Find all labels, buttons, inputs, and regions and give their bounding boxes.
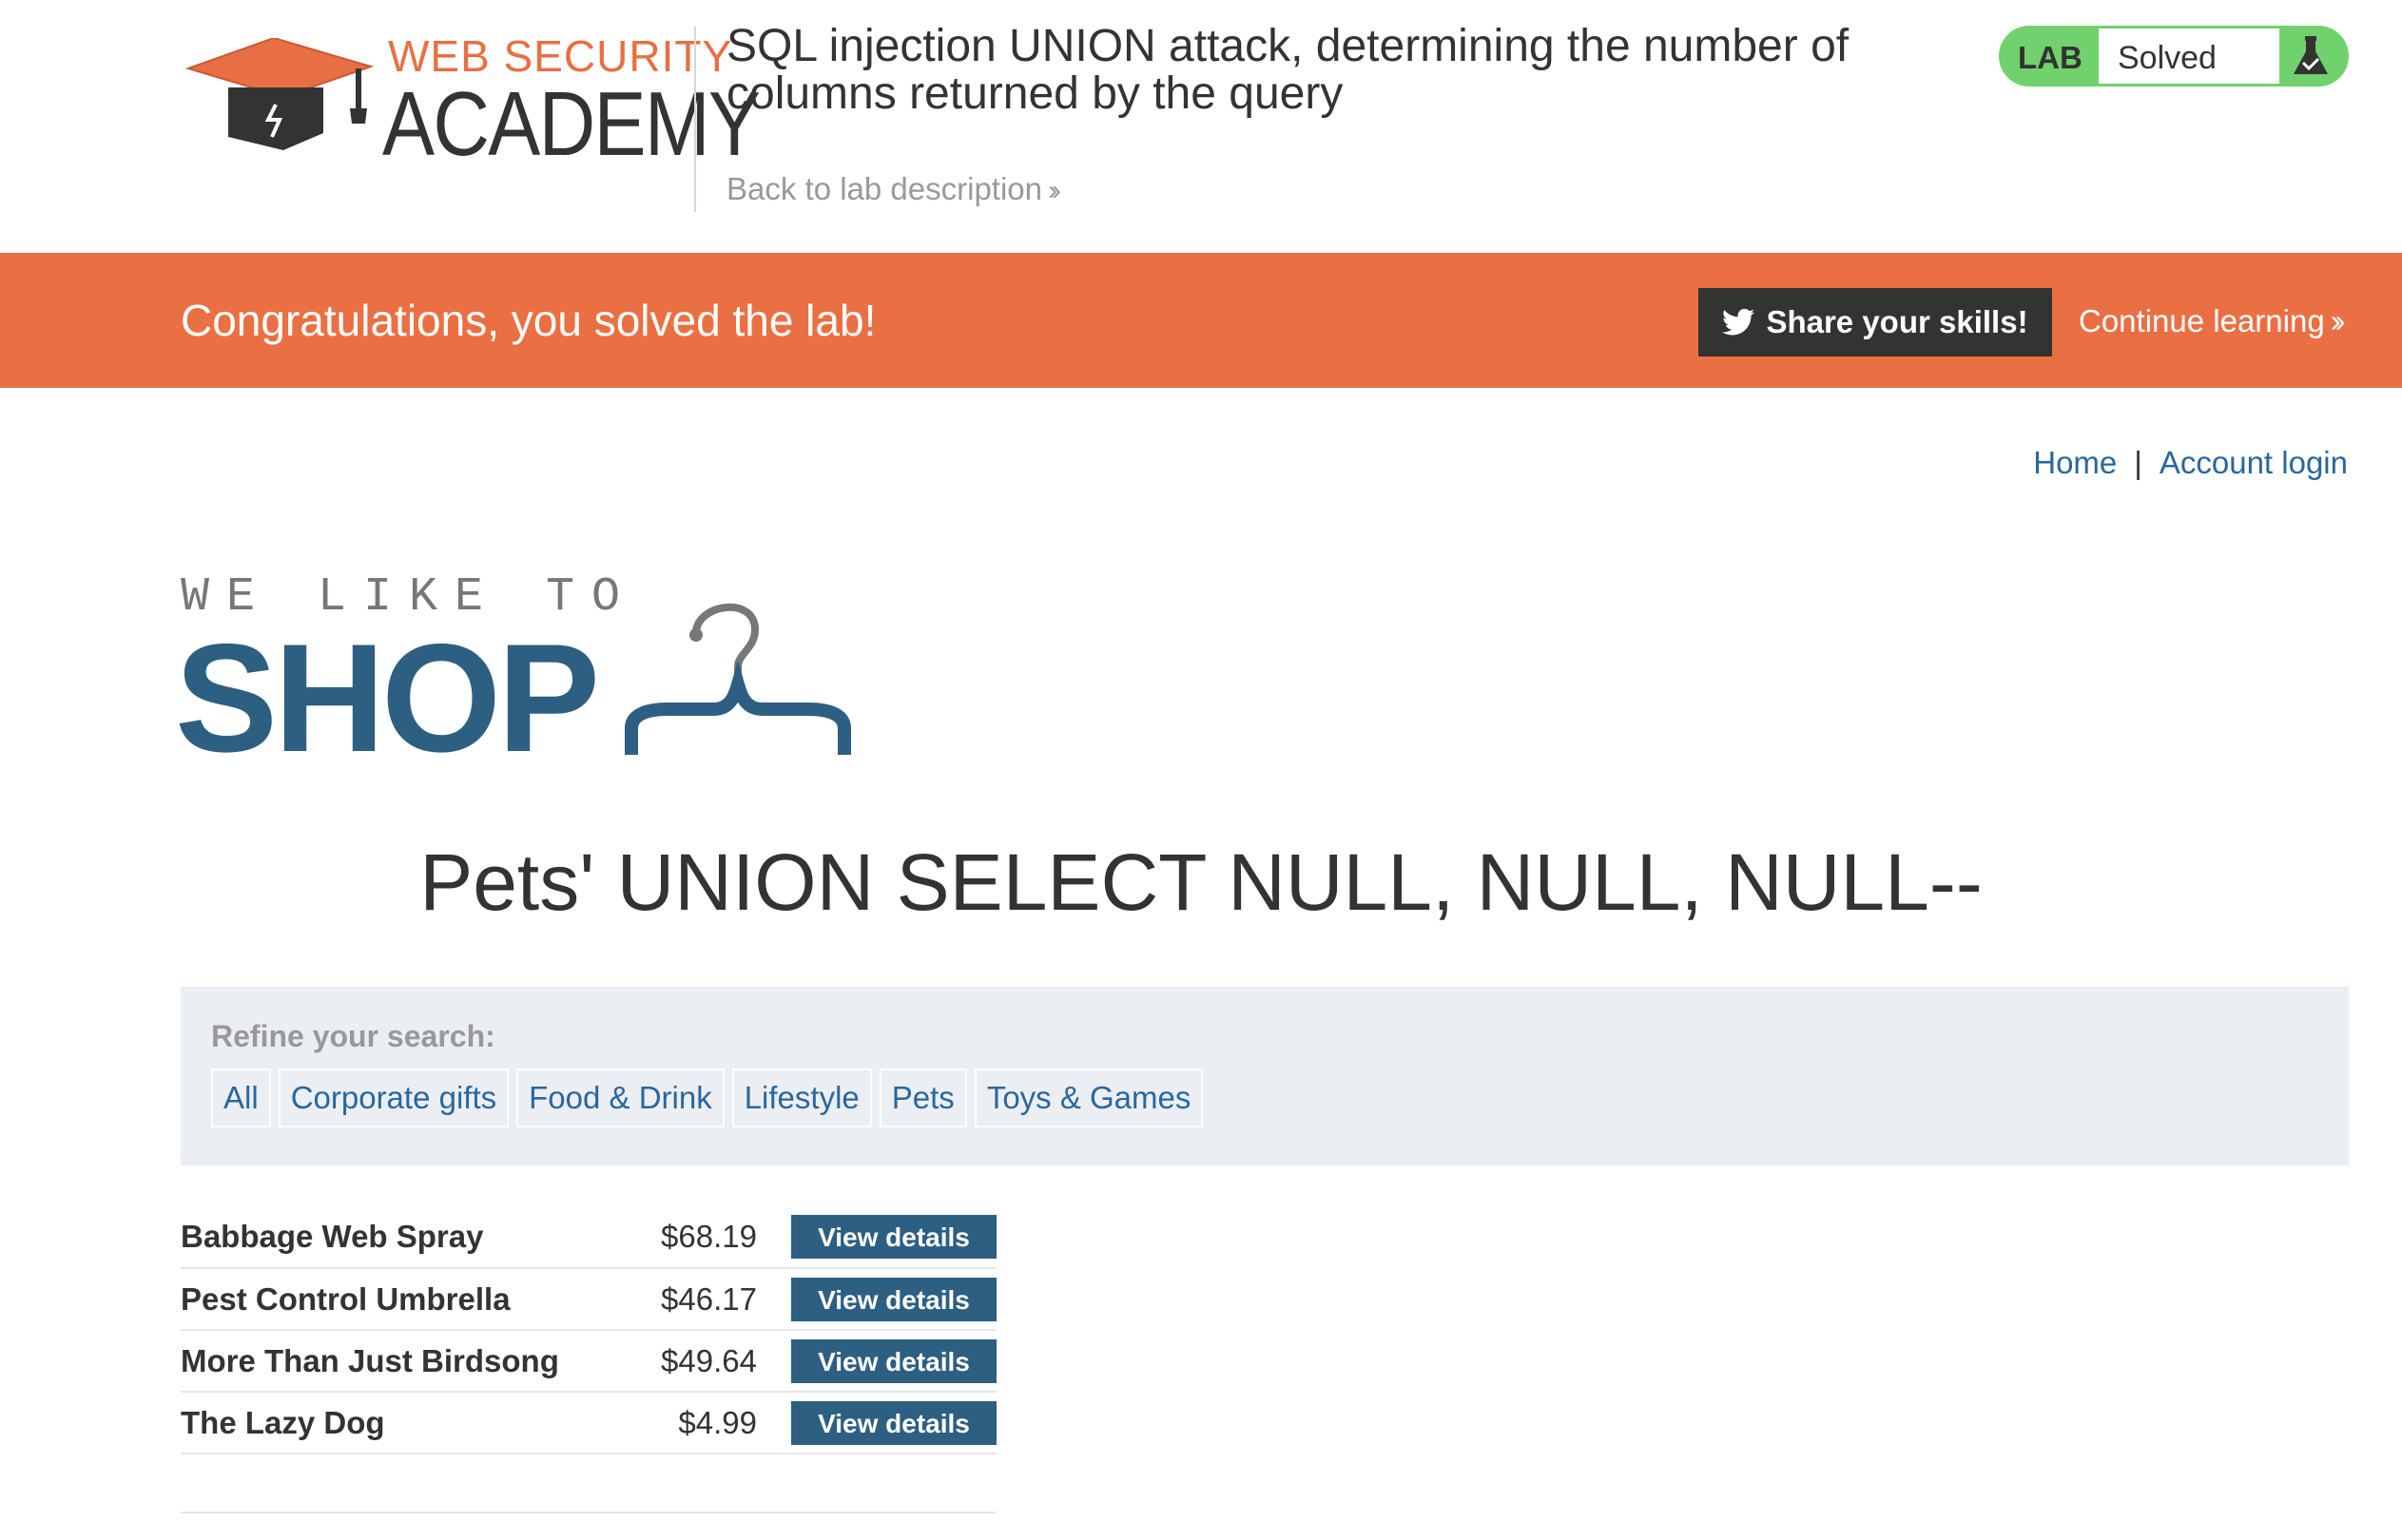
back-link-label: Back to lab description: [726, 171, 1043, 206]
header-divider: [694, 27, 696, 212]
product-price: $68.19: [661, 1219, 757, 1254]
lab-status-widget: LAB Solved: [1999, 26, 2349, 87]
product-price: $46.17: [661, 1280, 757, 1317]
view-details-button[interactable]: View details: [791, 1277, 997, 1321]
table-row: Pest Control Umbrella $46.17 View detail…: [181, 1268, 997, 1330]
academy-header: WEB SECURITY ACADEMY SQL injection UNION…: [0, 0, 2402, 253]
nav-separator: |: [2134, 445, 2142, 480]
view-details-button[interactable]: View details: [791, 1338, 997, 1383]
table-row: The Lazy Dog $4.99 View details: [181, 1392, 997, 1453]
clothes-hanger-icon: [625, 603, 851, 755]
lab-solved-banner: Congratulations, you solved the lab! Sha…: [0, 253, 2402, 388]
product-price: $4.99: [678, 1404, 757, 1440]
product-name: Pest Control Umbrella: [181, 1280, 511, 1317]
web-security-academy-logo[interactable]: WEB SECURITY ACADEMY: [181, 27, 761, 175]
double-chevron-right-icon: ››: [2330, 303, 2346, 338]
flask-icon: [2294, 36, 2328, 74]
refine-search-label: Refine your search:: [211, 1019, 495, 1053]
continue-learning-label: Continue learning: [2079, 303, 2325, 338]
lab-label: LAB: [2018, 40, 2082, 75]
filter-all[interactable]: All: [211, 1068, 271, 1127]
product-name: More Than Just Birdsong: [181, 1342, 559, 1378]
filter-food-drink[interactable]: Food & Drink: [516, 1068, 725, 1127]
lab-status-box: Solved: [2099, 29, 2279, 84]
product-price: $49.64: [661, 1342, 757, 1378]
search-results-heading: Pets' UNION SELECT NULL, NULL, NULL--: [419, 837, 1983, 927]
view-details-button[interactable]: View details: [791, 1400, 997, 1445]
we-like-to-shop-logo: WE LIKE TO SHOP: [175, 570, 865, 776]
twitter-icon: [1722, 308, 1755, 336]
product-table: Babbage Web Spray $68.19 View details Pe…: [181, 1206, 997, 1454]
filter-pets[interactable]: Pets: [879, 1068, 967, 1127]
double-chevron-right-icon: ››: [1048, 175, 1061, 206]
graduation-cap-icon: [184, 38, 375, 150]
refine-search-panel: Refine your search: All Corporate gifts …: [181, 987, 2349, 1165]
share-button-label: Share your skills!: [1766, 304, 2028, 339]
back-to-lab-description-link[interactable]: Back to lab description ››: [726, 171, 1061, 207]
filter-toys-games[interactable]: Toys & Games: [974, 1068, 1204, 1127]
account-nav: Home | Account login: [2033, 445, 2348, 481]
account-login-link[interactable]: Account login: [2160, 445, 2348, 480]
table-bottom-divider: [181, 1511, 997, 1513]
continue-learning-link[interactable]: Continue learning ››: [2079, 303, 2346, 339]
table-row: More Than Just Birdsong $49.64 View deta…: [181, 1330, 997, 1392]
table-row: Babbage Web Spray $68.19 View details: [181, 1206, 997, 1268]
product-name: The Lazy Dog: [181, 1404, 385, 1440]
home-link[interactable]: Home: [2033, 445, 2117, 480]
lab-status-text: Solved: [2118, 40, 2217, 76]
lab-title: SQL injection UNION attack, determining …: [726, 21, 1850, 119]
category-filter-list: All Corporate gifts Food & Drink Lifesty…: [211, 1068, 1204, 1127]
share-your-skills-button[interactable]: Share your skills!: [1698, 288, 2052, 356]
filter-corporate-gifts[interactable]: Corporate gifts: [278, 1068, 510, 1127]
shop-logo-word: SHOP: [175, 612, 600, 784]
product-name: Babbage Web Spray: [181, 1219, 484, 1254]
congratulations-message: Congratulations, you solved the lab!: [181, 296, 877, 345]
filter-lifestyle[interactable]: Lifestyle: [731, 1068, 872, 1127]
view-details-button[interactable]: View details: [791, 1215, 997, 1259]
logo-wordmark-bottom: ACADEMY: [382, 73, 761, 175]
